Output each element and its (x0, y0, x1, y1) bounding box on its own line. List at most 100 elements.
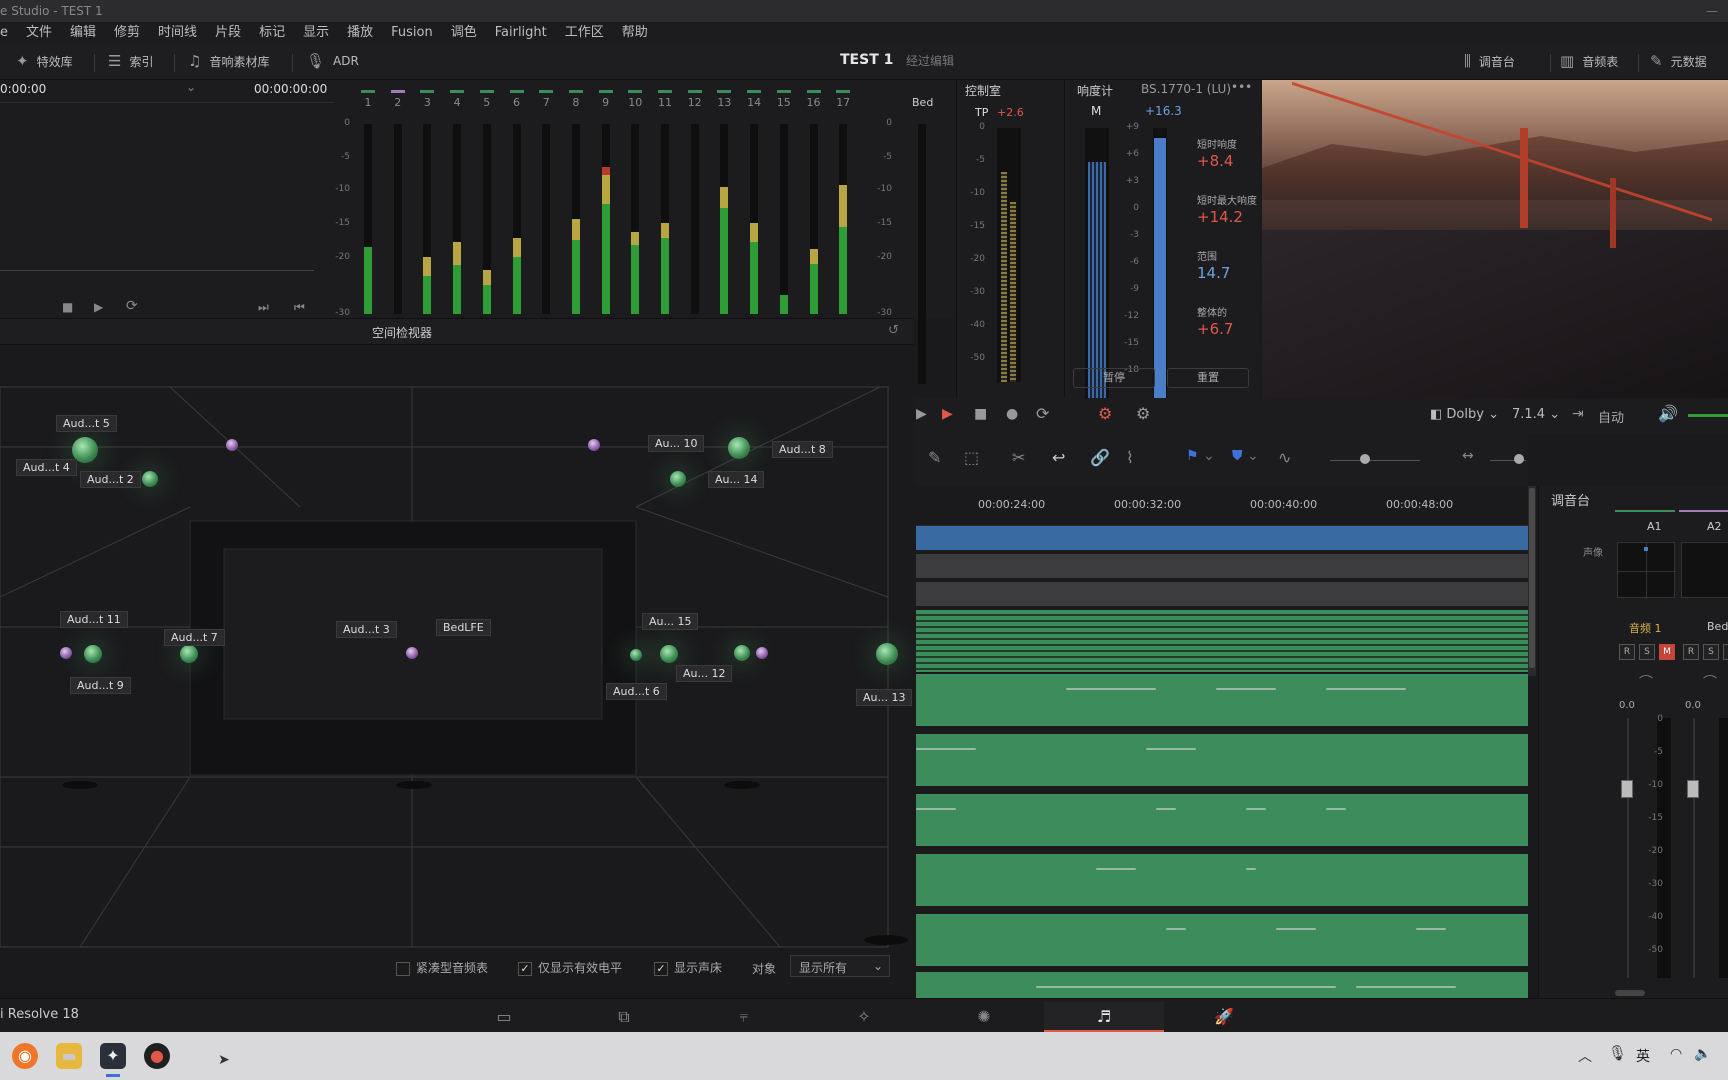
fader-handle-a2[interactable] (1687, 780, 1699, 798)
object-sphere[interactable] (734, 645, 750, 661)
play-icon[interactable]: ▶ (942, 406, 953, 422)
object-sphere[interactable] (142, 471, 158, 487)
slider-handle[interactable] (1360, 454, 1370, 464)
audio-clip[interactable] (916, 854, 1528, 908)
object-sphere[interactable] (670, 471, 686, 487)
pan-widget-a1[interactable] (1617, 542, 1676, 599)
solo-button[interactable]: S (1703, 644, 1719, 660)
firefox-icon[interactable]: ◉ (12, 1043, 38, 1069)
pan-widget-a2[interactable] (1681, 542, 1728, 598)
volume-icon[interactable]: 🔈 (1694, 1046, 1711, 1062)
menu-item-file[interactable]: 文件 (17, 22, 61, 44)
effects-button[interactable]: ✦ 特效库 (16, 52, 73, 70)
pan-position[interactable] (1644, 547, 1648, 551)
play-icon[interactable]: ▶ (94, 300, 103, 314)
video-viewer[interactable] (1262, 80, 1728, 398)
fairlight-page-icon[interactable]: ♬ (1044, 1002, 1164, 1032)
dolby-format[interactable]: ◧ Dolby ⌄ (1430, 407, 1499, 422)
play-reverse-icon[interactable]: ▶ (916, 406, 927, 422)
record-arm-button[interactable]: R (1619, 644, 1635, 660)
menu-item-clip[interactable]: 片段 (206, 22, 250, 44)
object-sphere[interactable] (180, 645, 198, 663)
menu-item-workspace[interactable]: 工作区 (556, 22, 613, 44)
eq-curve-icon[interactable]: ⌒ (1703, 672, 1717, 692)
next-frame-icon[interactable]: ⏭ (258, 300, 269, 315)
track-video-lane[interactable] (916, 526, 1528, 550)
metadata-toggle-button[interactable]: ✎ 元数据 (1650, 52, 1707, 70)
scrubber-bar[interactable] (0, 270, 314, 271)
minimize-icon[interactable]: — (1706, 0, 1718, 22)
menu-item[interactable]: e (0, 22, 17, 44)
stop-icon[interactable]: ■ (974, 406, 987, 422)
index-button[interactable]: ☰ 索引 (108, 52, 153, 70)
wifi-icon[interactable]: ◠ (1670, 1046, 1682, 1062)
object-sphere[interactable] (876, 643, 898, 665)
chevron-up-icon[interactable]: ︿ (1578, 1046, 1592, 1066)
cut-page-icon[interactable]: ⧉ (564, 1002, 684, 1032)
snap-icon[interactable]: ↩ (1052, 448, 1065, 467)
volume-slider[interactable] (1688, 414, 1728, 417)
chevron-down-icon[interactable]: ⌄ (186, 80, 196, 94)
timeline-ruler[interactable]: 00:00:24:00 00:00:32:00 00:00:40:00 00:0… (916, 486, 1528, 526)
track-lane[interactable] (916, 582, 1528, 606)
bed-clip-lanes[interactable] (916, 610, 1528, 672)
fader-handle-a1[interactable] (1621, 780, 1633, 798)
vertical-zoom-slider[interactable] (1330, 460, 1420, 461)
loudness-standard[interactable]: BS.1770-1 (LU) (1141, 82, 1231, 96)
speaker-volume-icon[interactable]: 🔊 (1658, 404, 1678, 423)
marker-icon[interactable]: ⛊ ⌄ (1232, 448, 1259, 464)
reset-button[interactable]: 重置 (1167, 368, 1249, 388)
stop-icon[interactable]: ■ (62, 300, 73, 314)
audio-clip[interactable] (916, 674, 1528, 728)
record-icon[interactable]: ● (1006, 406, 1018, 422)
meters-toggle-button[interactable]: ▥ 音频表 (1560, 52, 1618, 70)
compact-meters-option[interactable]: 紧凑型音频表 (396, 959, 488, 976)
loop-icon[interactable]: ⟳ (1036, 404, 1049, 423)
mixer-toggle-button[interactable]: ⫼ 调音台 (1464, 52, 1515, 70)
menu-item-timeline[interactable]: 时间线 (149, 22, 206, 44)
checkbox-checked[interactable]: ✓ (518, 961, 532, 976)
object-sphere-purple[interactable] (406, 647, 418, 659)
menu-item-edit[interactable]: 编辑 (61, 22, 105, 44)
mute-button[interactable] (1723, 644, 1728, 660)
scrollbar-thumb[interactable] (1529, 488, 1535, 668)
object-sphere[interactable] (660, 645, 678, 663)
mixer-scrollbar[interactable] (1615, 990, 1645, 996)
flag-icon[interactable]: ⚑ ⌄ (1186, 448, 1215, 464)
media-page-icon[interactable]: ▭ (444, 1002, 564, 1032)
fader-track-a2[interactable] (1693, 718, 1695, 978)
menu-item-fusion[interactable]: Fusion (382, 22, 442, 44)
pause-button[interactable]: 暂停 (1073, 368, 1155, 388)
settings-icon[interactable]: ⚙ (1136, 404, 1150, 423)
menu-item-trim[interactable]: 修剪 (105, 22, 149, 44)
edit-page-icon[interactable]: ⫧ (684, 1002, 804, 1032)
object-sphere[interactable] (630, 649, 642, 661)
loop-icon[interactable]: ⟳ (126, 298, 138, 314)
microphone-icon[interactable]: 🎙 (1608, 1044, 1627, 1062)
davinci-resolve-icon[interactable]: ✦ (100, 1043, 126, 1069)
audio-clip[interactable] (916, 972, 1528, 998)
object-filter-select[interactable]: 显示所有 ⌄ (790, 955, 890, 977)
razor-icon[interactable]: ✂ (1012, 448, 1025, 467)
menu-item-view[interactable]: 显示 (294, 22, 338, 44)
sound-library-button[interactable]: ♫ 音响素材库 (188, 52, 269, 70)
auto-label[interactable]: 自动 (1598, 407, 1624, 426)
timeline-scrollbar[interactable] (1528, 486, 1536, 676)
active-levels-option[interactable]: ✓ 仅显示有效电平 (518, 959, 622, 976)
link-icon[interactable]: 🔗 (1090, 448, 1110, 467)
track-lane[interactable] (916, 554, 1528, 578)
slider-handle[interactable] (1514, 454, 1524, 464)
layout-select[interactable]: 7.1.4 ⌄ (1512, 407, 1560, 422)
waveform-zoom-icon[interactable]: ∿ (1278, 448, 1291, 467)
audio-clip[interactable] (916, 914, 1528, 968)
pencil-icon[interactable]: ✎ (928, 448, 941, 467)
deliver-page-icon[interactable]: 🚀 (1164, 1002, 1284, 1032)
previous-frame-icon[interactable]: ⏮ (294, 300, 305, 315)
record-arm-button[interactable]: R (1683, 644, 1699, 660)
audio-clip[interactable] (916, 734, 1528, 788)
menu-item-playback[interactable]: 播放 (338, 22, 382, 44)
eq-curve-icon[interactable]: ⌒ (1639, 672, 1653, 692)
ime-indicator[interactable]: 英 (1636, 1046, 1650, 1066)
show-bed-option[interactable]: ✓ 显示声床 (654, 959, 722, 976)
menu-item-mark[interactable]: 标记 (250, 22, 294, 44)
